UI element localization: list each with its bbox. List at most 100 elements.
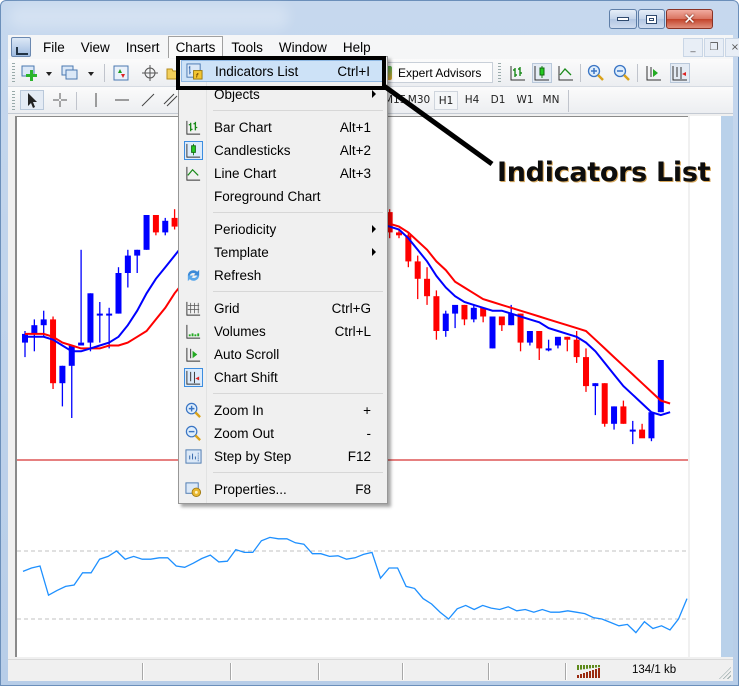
status-divider: [402, 663, 403, 680]
menu-item-blank-icon: [181, 185, 205, 207]
bear-candle: [171, 217, 178, 227]
toolbar-grip[interactable]: [498, 63, 501, 83]
menu-charts[interactable]: Charts: [167, 36, 224, 58]
bar-chart-icon[interactable]: [508, 63, 528, 83]
menu-item-blank-icon: [181, 218, 205, 240]
menu-item-shortcut: Ctrl+I: [337, 63, 370, 79]
maximize-button[interactable]: [638, 9, 665, 29]
close-button[interactable]: ✕: [666, 9, 713, 29]
submenu-arrow-icon: [372, 225, 376, 233]
timeframe-d1[interactable]: D1: [486, 91, 510, 110]
menu-item-foreground-chart[interactable]: Foreground Chart: [181, 185, 385, 207]
menu-item-shortcut: F8: [355, 481, 371, 497]
bear-candle: [583, 357, 589, 387]
close-icon: ✕: [683, 10, 696, 28]
status-bar: 134/1 kb: [8, 659, 733, 681]
menu-item-properties[interactable]: Properties... F8: [181, 478, 385, 500]
bear-candle: [414, 261, 421, 279]
connection-bar-lower: [580, 674, 582, 678]
menu-item-grid[interactable]: Grid Ctrl+G: [181, 297, 385, 319]
status-divider: [230, 663, 231, 680]
market-watch-icon[interactable]: [111, 63, 131, 83]
mdi-restore-button[interactable]: ❐: [704, 38, 724, 57]
menu-insert[interactable]: Insert: [118, 36, 168, 58]
bull-candle: [106, 313, 113, 316]
menu-item-label: Indicators List: [215, 63, 299, 79]
menu-item-template[interactable]: Template: [181, 241, 385, 263]
auto-scroll-icon[interactable]: [644, 63, 664, 83]
toolbar-separator: [568, 90, 569, 112]
menu-item-indicators-list[interactable]: f Indicators List Ctrl+I: [181, 60, 385, 82]
menu-tools[interactable]: Tools: [223, 36, 271, 58]
minimize-button[interactable]: [609, 9, 637, 29]
crosshair-navigator-icon[interactable]: [140, 63, 160, 83]
crosshair-icon[interactable]: [50, 90, 70, 110]
app-icon[interactable]: [11, 37, 31, 57]
status-divider: [565, 663, 566, 680]
connection-bar-upper: [583, 665, 585, 670]
zoom-in-icon: [181, 399, 205, 421]
profiles-icon[interactable]: [60, 63, 80, 83]
menu-item-shortcut: Alt+2: [339, 142, 371, 158]
channel-icon[interactable]: [160, 90, 180, 110]
menu-item-line-chart[interactable]: Line Chart Alt+3: [181, 162, 385, 184]
menu-item-blank-icon: [181, 241, 205, 263]
mdi-close-button[interactable]: ×: [725, 38, 739, 57]
oscillator-line: [22, 536, 688, 634]
menu-item-label: Zoom Out: [214, 425, 275, 441]
timeframe-mn[interactable]: MN: [538, 91, 564, 110]
menu-view[interactable]: View: [73, 36, 118, 58]
candlesticks-icon: [181, 139, 205, 161]
menu-item-shortcut: Alt+3: [339, 165, 371, 181]
zoom-in-icon[interactable]: [586, 63, 606, 83]
menu-item-volumes[interactable]: Volumes Ctrl+L: [181, 320, 385, 342]
bull-candle: [31, 325, 38, 334]
chart-shift-icon[interactable]: [670, 63, 690, 83]
menu-item-step-by-step[interactable]: Step by Step F12: [181, 445, 385, 467]
connection-bar-upper: [592, 665, 594, 668]
menu-item-auto-scroll[interactable]: Auto Scroll: [181, 343, 385, 365]
vertical-line-icon[interactable]: [86, 90, 106, 110]
menu-item-shortcut: -: [366, 425, 372, 441]
connection-status-icon[interactable]: [576, 665, 600, 678]
expert-advisors-button[interactable]: Expert Advisors: [378, 62, 493, 83]
menu-help[interactable]: Help: [335, 36, 379, 58]
menu-file[interactable]: File: [35, 36, 73, 58]
new-chart-dropdown-icon[interactable]: [46, 72, 52, 76]
toolbar-separator: [76, 92, 77, 110]
timeframe-h4[interactable]: H4: [460, 91, 484, 110]
new-chart-icon[interactable]: [20, 63, 40, 83]
grid-icon: [181, 297, 205, 319]
menu-item-zoom-out[interactable]: Zoom Out -: [181, 422, 385, 444]
toolbar-grip[interactable]: [12, 91, 15, 111]
line-chart-icon[interactable]: [556, 63, 576, 83]
menu-item-chart-shift[interactable]: Chart Shift: [181, 366, 385, 388]
timeframe-h1[interactable]: H1: [434, 91, 458, 110]
menu-item-refresh[interactable]: Refresh: [181, 264, 385, 286]
menu-item-periodicity[interactable]: Periodicity: [181, 218, 385, 240]
title-bar[interactable]: ✕: [1, 1, 739, 35]
menu-item-candlesticks[interactable]: Candlesticks Alt+2: [181, 139, 385, 161]
bull-candle: [592, 383, 599, 387]
bear-candle: [573, 339, 580, 358]
menu-item-label: Properties...: [214, 481, 287, 497]
profiles-dropdown-icon[interactable]: [88, 72, 94, 76]
toolbar-grip[interactable]: [12, 63, 15, 83]
bull-candle: [115, 273, 122, 314]
menu-item-objects[interactable]: Objects: [181, 83, 385, 105]
timeframe-w1[interactable]: W1: [512, 91, 538, 110]
resize-grip[interactable]: [719, 667, 731, 679]
menu-window[interactable]: Window: [271, 36, 335, 58]
menu-item-bar-chart[interactable]: Bar Chart Alt+1: [181, 116, 385, 138]
right-panel: [690, 116, 733, 657]
toolbar-separator: [104, 64, 105, 82]
cursor-arrow-icon[interactable]: [20, 90, 44, 110]
menu-item-zoom-in[interactable]: Zoom In +: [181, 399, 385, 421]
mdi-minimize-button[interactable]: _: [683, 38, 703, 57]
candlesticks-icon[interactable]: [532, 63, 552, 83]
zoom-out-icon[interactable]: [612, 63, 632, 83]
horizontal-line-icon[interactable]: [112, 90, 132, 110]
timeframe-m30[interactable]: M30: [406, 91, 432, 110]
trendline-icon[interactable]: [138, 90, 158, 110]
menu-item-label: Candlesticks: [214, 142, 291, 158]
